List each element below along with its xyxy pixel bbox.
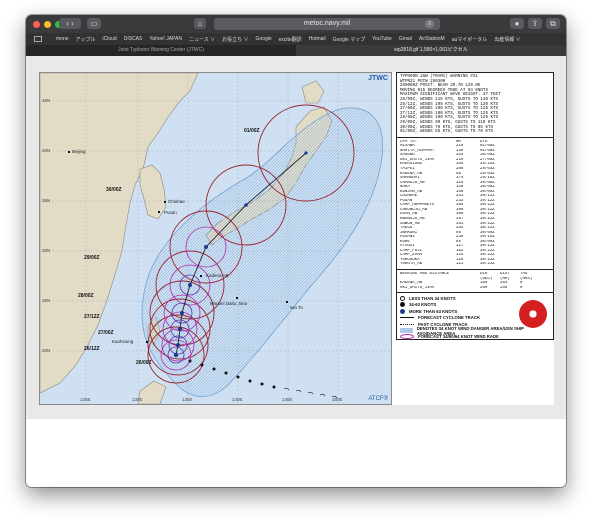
lat-label: 45N: [42, 98, 51, 103]
extension-icon: ●: [514, 19, 520, 28]
bookmark-item[interactable]: mone: [56, 36, 69, 42]
lon-label: 125E: [80, 397, 91, 402]
bookmark-item[interactable]: auマイポータル: [452, 36, 488, 43]
place-iwo: Iwo To: [290, 305, 303, 310]
time-label: 27/00Z: [98, 330, 114, 336]
sidebar-icon: ▭: [90, 19, 98, 28]
browser-window: ‹ › ▭ ⌂ metoc.navy.mil ≡ ● ⇪ ⧉ mone アップル…: [26, 15, 566, 487]
cpa-table: CPA TO: NM DTG MISAWA 219 01/00Z NARITA_AI…: [396, 137, 554, 271]
time-label: 29/00Z: [84, 255, 100, 261]
lat-label: 35N: [42, 198, 51, 203]
place-kaohsiung: Kaohsiung: [112, 339, 134, 344]
time-label: 26/12Z: [84, 346, 100, 352]
storm-symbol-icon: [400, 302, 405, 308]
bookmark-item[interactable]: Google: [256, 36, 272, 42]
page-content: JTWC ATCF® 45N 40N 35N 30N 25N 20N 125E …: [26, 56, 566, 487]
url-text: metoc.navy.mil: [303, 20, 351, 27]
danger-area-icon: [400, 328, 413, 334]
bookmark-item[interactable]: YouTube: [372, 36, 392, 42]
lon-label: 145E: [282, 397, 293, 402]
lon-label: 140E: [232, 397, 243, 402]
forecast-track-icon: [400, 317, 414, 319]
lon-label: 130E: [132, 397, 143, 402]
tabs-overview-button[interactable]: ⧉: [546, 18, 560, 29]
warning-line: 01/00Z, WINDS 55 KTS, GUSTS TO 70 KTS: [400, 130, 493, 135]
warning-text: TYPHOON 28W (TRAMI) WARNING #31 WTPN31 P…: [396, 72, 554, 138]
tab-label: wp2818.gif 1,580×1,061ピクセル: [394, 47, 468, 53]
bookmark-item[interactable]: DISCAS: [124, 36, 143, 42]
back-forward-buttons[interactable]: ‹ ›: [59, 18, 81, 29]
bookmark-item[interactable]: お役立ち ∨: [222, 36, 248, 43]
table-row: YOKOTA_AB 121 30/23Z: [400, 262, 495, 267]
atcf-label: ATCF®: [368, 396, 388, 402]
extension-button[interactable]: ●: [510, 18, 524, 29]
map-svg: [39, 72, 391, 405]
bookmark-item[interactable]: Google マップ: [333, 36, 366, 43]
forward-icon[interactable]: ›: [71, 19, 74, 28]
bookmark-item[interactable]: Gmail: [399, 36, 412, 42]
bookmark-item[interactable]: Yahoo! JAPAN: [149, 36, 182, 42]
jtwc-label: JTWC: [368, 75, 388, 82]
past-track-icon: [400, 323, 414, 325]
window-controls: [33, 20, 62, 28]
time-label: 27/12Z: [84, 314, 100, 320]
tab-label: Joint Typhoon Warning Center (JTWC): [118, 47, 204, 53]
reader-button[interactable]: ≡: [425, 20, 434, 28]
bookmark-item[interactable]: 出産情報 ∨: [494, 36, 520, 43]
legend: LESS THAN 34 KNOTS 34-63 KNOTS MORE THAN…: [396, 293, 554, 341]
legend-item: DENOTES 34 KNOT WIND DANGER AREA/USN SHI…: [400, 326, 550, 336]
tabs-icon: ⧉: [550, 19, 556, 28]
info-panel: TYPHOON 28W (TRAMI) WARNING #31 WTPN31 P…: [396, 72, 554, 405]
table-row: OKI_DAITO_JIMA 209 259 0: [400, 285, 523, 290]
lon-label: 150E: [332, 397, 343, 402]
time-label: 26/00Z: [136, 360, 152, 366]
lat-label: 20N: [42, 348, 51, 353]
bookmark-item[interactable]: アップル: [76, 36, 96, 43]
bookmark-item[interactable]: ニュース ∨: [189, 36, 215, 43]
close-button[interactable]: [33, 20, 40, 28]
time-label: 01/00Z: [244, 128, 260, 134]
tab-jtwc[interactable]: Joint Typhoon Warning Center (JTWC): [26, 45, 296, 56]
forecast-map: JTWC ATCF® 45N 40N 35N 30N 25N 20N 125E …: [39, 72, 392, 405]
bookmark-item[interactable]: Hotmail: [309, 36, 326, 42]
share-button[interactable]: ⇪: [528, 18, 542, 29]
place-pusan: Pusan: [164, 210, 177, 215]
lat-label: 25N: [42, 298, 51, 303]
lat-label: 40N: [42, 148, 51, 153]
place-beijing: Beijing: [72, 149, 86, 154]
bookmark-item[interactable]: AirStationM: [419, 36, 445, 42]
time-label: 28/00Z: [78, 293, 94, 299]
bookmarks-bar: mone アップル iCloud DISCAS Yahoo! JAPAN ニュー…: [26, 33, 566, 45]
place-minami: Minami Daito Jima: [210, 301, 248, 306]
home-icon: ⌂: [197, 19, 203, 28]
wind-radii-icon: [400, 334, 414, 340]
reader-icon: ≡: [427, 21, 432, 27]
lat-label: 30N: [42, 248, 51, 253]
time-label: 30/00Z: [106, 187, 122, 193]
place-chinhae: Chinhae: [168, 199, 185, 204]
warning-graphic: JTWC ATCF® 45N 40N 35N 30N 25N 20N 125E …: [39, 72, 554, 405]
bookmarks-grid-icon[interactable]: [34, 36, 42, 42]
open-circle-icon: [400, 296, 405, 302]
title-bar: ‹ › ▭ ⌂ metoc.navy.mil ≡ ● ⇪ ⧉: [26, 15, 566, 33]
bookmark-item[interactable]: iCloud: [103, 36, 117, 42]
share-icon: ⇪: [531, 19, 539, 28]
back-icon[interactable]: ‹: [66, 19, 69, 28]
minimize-button[interactable]: [44, 20, 51, 28]
address-bar[interactable]: metoc.navy.mil: [214, 18, 440, 30]
lon-label: 135E: [182, 397, 193, 402]
typhoon-symbol-icon: [400, 308, 405, 314]
tab-image[interactable]: wp2818.gif 1,580×1,061ピクセル: [296, 45, 566, 56]
bookmark-item[interactable]: excite翻訳: [279, 36, 302, 43]
tab-bar: Joint Typhoon Warning Center (JTWC) wp28…: [26, 45, 566, 56]
sidebar-button[interactable]: ▭: [87, 18, 101, 29]
image-viewer: JTWC ATCF® 45N 40N 35N 30N 25N 20N 125E …: [26, 56, 566, 419]
bearing-table: BEARING AND DISTANCE DIR DIST TAU (DEG) …: [396, 270, 554, 294]
place-kadena: Kadena AB: [206, 273, 229, 278]
home-button[interactable]: ⌂: [194, 18, 206, 29]
